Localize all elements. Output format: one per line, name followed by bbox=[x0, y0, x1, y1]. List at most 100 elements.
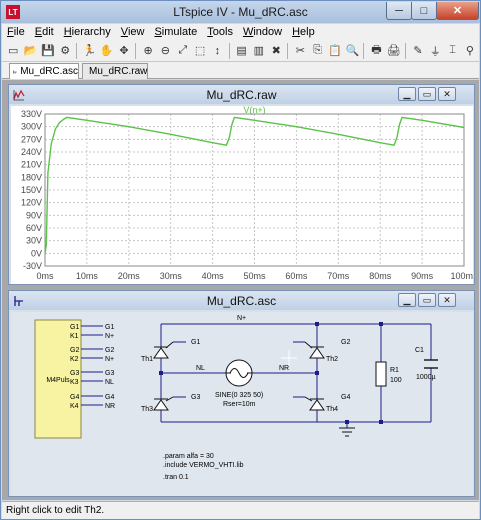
label-net-icon[interactable]: ⌶ bbox=[444, 42, 460, 60]
menu-window[interactable]: Window bbox=[238, 26, 287, 38]
schematic-minimize-button[interactable]: ▁ bbox=[398, 293, 416, 307]
pan-icon[interactable]: ✥ bbox=[116, 42, 132, 60]
x-tick-label: 40ms bbox=[202, 271, 225, 281]
y-tick-label: 150V bbox=[21, 185, 42, 195]
minimize-button[interactable]: ─ bbox=[386, 2, 412, 20]
close-window-icon[interactable]: ✖ bbox=[268, 42, 284, 60]
schematic-window-titlebar[interactable]: Mu_dRC.asc ▁ ▭ ✕ bbox=[9, 291, 474, 310]
tab-waveform[interactable]: Mu_dRC.raw bbox=[82, 63, 148, 79]
y-tick-label: 240V bbox=[21, 147, 42, 157]
m4puls-name: M4Puls bbox=[46, 377, 70, 384]
th2-label: Th2 bbox=[326, 356, 338, 363]
schematic-restore-button[interactable]: ▭ bbox=[418, 293, 436, 307]
net-label-nl: NL bbox=[196, 365, 205, 372]
th1-gate-label: G1 bbox=[191, 339, 200, 346]
component-icon[interactable]: ⚲ bbox=[462, 42, 478, 60]
schematic-canvas[interactable]: M4Puls G1 G1 K1 N+ G2 G2 K2 N+ G3 G3 K3 NL G4 G4 K4 NR bbox=[11, 312, 473, 496]
print-icon[interactable]: 🖶 bbox=[368, 42, 384, 60]
waveform-window[interactable]: Mu_dRC.raw ▁ ▭ ✕ 330V 300V 270V 240V 210V 180… bbox=[8, 84, 475, 285]
cut-icon[interactable]: ✂ bbox=[292, 42, 308, 60]
y-tick-label: 180V bbox=[21, 172, 42, 182]
toolbar: ▭ 📂 💾 ⚙ 🏃 ✋ ✥ ⊕ ⊖ ⤢ ⬚ ↕ ▤ ▥ ✖ ✂ ⎘ 📋 🔍 🖶 🖨 ✎ ⏚ ⌶ ⚲ bbox=[2, 40, 479, 62]
wire-icon[interactable]: ✎ bbox=[410, 42, 426, 60]
c1-ref-label: C1 bbox=[415, 347, 424, 354]
trace-label[interactable]: V(n+) bbox=[243, 106, 265, 115]
pin-name: G3 bbox=[70, 370, 79, 377]
directive-tran[interactable]: .tran 0.1 bbox=[163, 474, 189, 481]
halt-icon[interactable]: ✋ bbox=[98, 42, 114, 60]
resistor-r1[interactable] bbox=[375, 361, 387, 387]
autorange-icon[interactable]: ↕ bbox=[209, 42, 225, 60]
directive-param[interactable]: .param alfa = 30 bbox=[163, 453, 214, 460]
mdi-workspace: Mu_dRC.raw ▁ ▭ ✕ 330V 300V 270V 240V 210V 180… bbox=[2, 80, 479, 500]
menu-simulate[interactable]: Simulate bbox=[149, 26, 202, 38]
zoom-fit-icon[interactable]: ⤢ bbox=[175, 42, 191, 60]
toolbar-separator bbox=[135, 42, 138, 59]
new-schematic-icon[interactable]: ▭ bbox=[5, 42, 21, 60]
toolbar-separator bbox=[363, 42, 366, 59]
menu-file[interactable]: File bbox=[2, 26, 30, 38]
pin-name: K3 bbox=[70, 379, 79, 386]
x-tick-label: 20ms bbox=[118, 271, 141, 281]
source-rser-label: Rser=10m bbox=[223, 401, 256, 408]
pin-net-label: G4 bbox=[105, 394, 114, 401]
menu-label-rest: imulate bbox=[161, 26, 198, 38]
waveform-window-titlebar[interactable]: Mu_dRC.raw ▁ ▭ ✕ bbox=[9, 85, 474, 104]
y-tick-label: 210V bbox=[21, 160, 42, 170]
schematic-window[interactable]: Mu_dRC.asc ▁ ▭ ✕ M4Puls G1 G1 K1 N+ G2 G2 K2 N+… bbox=[8, 290, 475, 497]
y-tick-label: 270V bbox=[21, 134, 42, 144]
pin-net-label: G2 bbox=[105, 347, 114, 354]
th4-gate-label: G4 bbox=[341, 394, 350, 401]
sine-source[interactable] bbox=[225, 359, 253, 387]
menu-label-rest: iew bbox=[127, 26, 145, 38]
waveform-restore-button[interactable]: ▭ bbox=[418, 87, 436, 101]
open-icon[interactable]: 📂 bbox=[22, 42, 38, 60]
schematic-close-button[interactable]: ✕ bbox=[438, 293, 456, 307]
menu-label-rest: elp bbox=[300, 26, 315, 38]
tab-schematic[interactable]: Mu_dRC.asc bbox=[9, 63, 79, 79]
menu-label-rest: ierarchy bbox=[71, 26, 111, 38]
ground-icon[interactable]: ⏚ bbox=[427, 42, 443, 60]
copy-icon[interactable]: ⎘ bbox=[310, 42, 326, 60]
tile-horizontal-icon[interactable]: ▤ bbox=[233, 42, 249, 60]
y-tick-label: 30V bbox=[26, 236, 42, 246]
print-setup-icon[interactable]: 🖨 bbox=[386, 42, 402, 60]
zoom-area-icon[interactable]: ⬚ bbox=[192, 42, 208, 60]
maximize-button[interactable]: □ bbox=[411, 2, 437, 20]
pin-name: K4 bbox=[70, 403, 79, 410]
waveform-plot[interactable]: 330V 300V 270V 240V 210V 180V 150V 120V 90V 60V 30… bbox=[11, 106, 473, 284]
pin-net-label: G1 bbox=[105, 324, 114, 331]
waveform-minimize-button[interactable]: ▁ bbox=[398, 87, 416, 101]
find-icon[interactable]: 🔍 bbox=[344, 42, 360, 60]
pin-net-label: NL bbox=[105, 379, 114, 386]
tile-vertical-icon[interactable]: ▥ bbox=[251, 42, 267, 60]
r1-value-label: 100 bbox=[390, 377, 402, 384]
menu-accelerator: S bbox=[154, 26, 162, 38]
close-button[interactable]: ✕ bbox=[436, 2, 479, 20]
directive-include[interactable]: .include VERMO_VHTI.lib bbox=[163, 462, 244, 469]
menu-hierarchy[interactable]: Hierarchy bbox=[59, 26, 116, 38]
menu-edit[interactable]: Edit bbox=[30, 26, 59, 38]
menu-tools[interactable]: Tools bbox=[202, 26, 238, 38]
save-icon[interactable]: 💾 bbox=[40, 42, 56, 60]
paste-icon[interactable]: 📋 bbox=[327, 42, 343, 60]
control-panel-icon[interactable]: ⚙ bbox=[57, 42, 73, 60]
y-tick-label: 300V bbox=[21, 122, 42, 132]
run-icon[interactable]: 🏃 bbox=[81, 42, 97, 60]
zoom-out-icon[interactable]: ⊖ bbox=[157, 42, 173, 60]
zoom-in-icon[interactable]: ⊕ bbox=[140, 42, 156, 60]
c1-value-label: 1000µ bbox=[416, 374, 436, 381]
pin-net-label: N+ bbox=[105, 333, 114, 340]
status-bar: Right click to edit Th2. bbox=[2, 501, 479, 519]
waveform-close-button[interactable]: ✕ bbox=[438, 87, 456, 101]
pin-net-label: NR bbox=[105, 403, 115, 410]
menu-help[interactable]: Help bbox=[287, 26, 320, 38]
x-tick-label: 70ms bbox=[327, 271, 350, 281]
title-bar[interactable]: LT LTspice IV - Mu_dRC.asc ─ □ ✕ bbox=[1, 1, 480, 23]
menu-accelerator: H bbox=[292, 26, 301, 38]
menu-label-rest: ools bbox=[212, 26, 233, 38]
document-tab-bar: Mu_dRC.asc Mu_dRC.raw bbox=[2, 62, 479, 79]
x-tick-label: 60ms bbox=[285, 271, 308, 281]
menu-view[interactable]: View bbox=[116, 26, 150, 38]
y-tick-label: 120V bbox=[21, 198, 42, 208]
